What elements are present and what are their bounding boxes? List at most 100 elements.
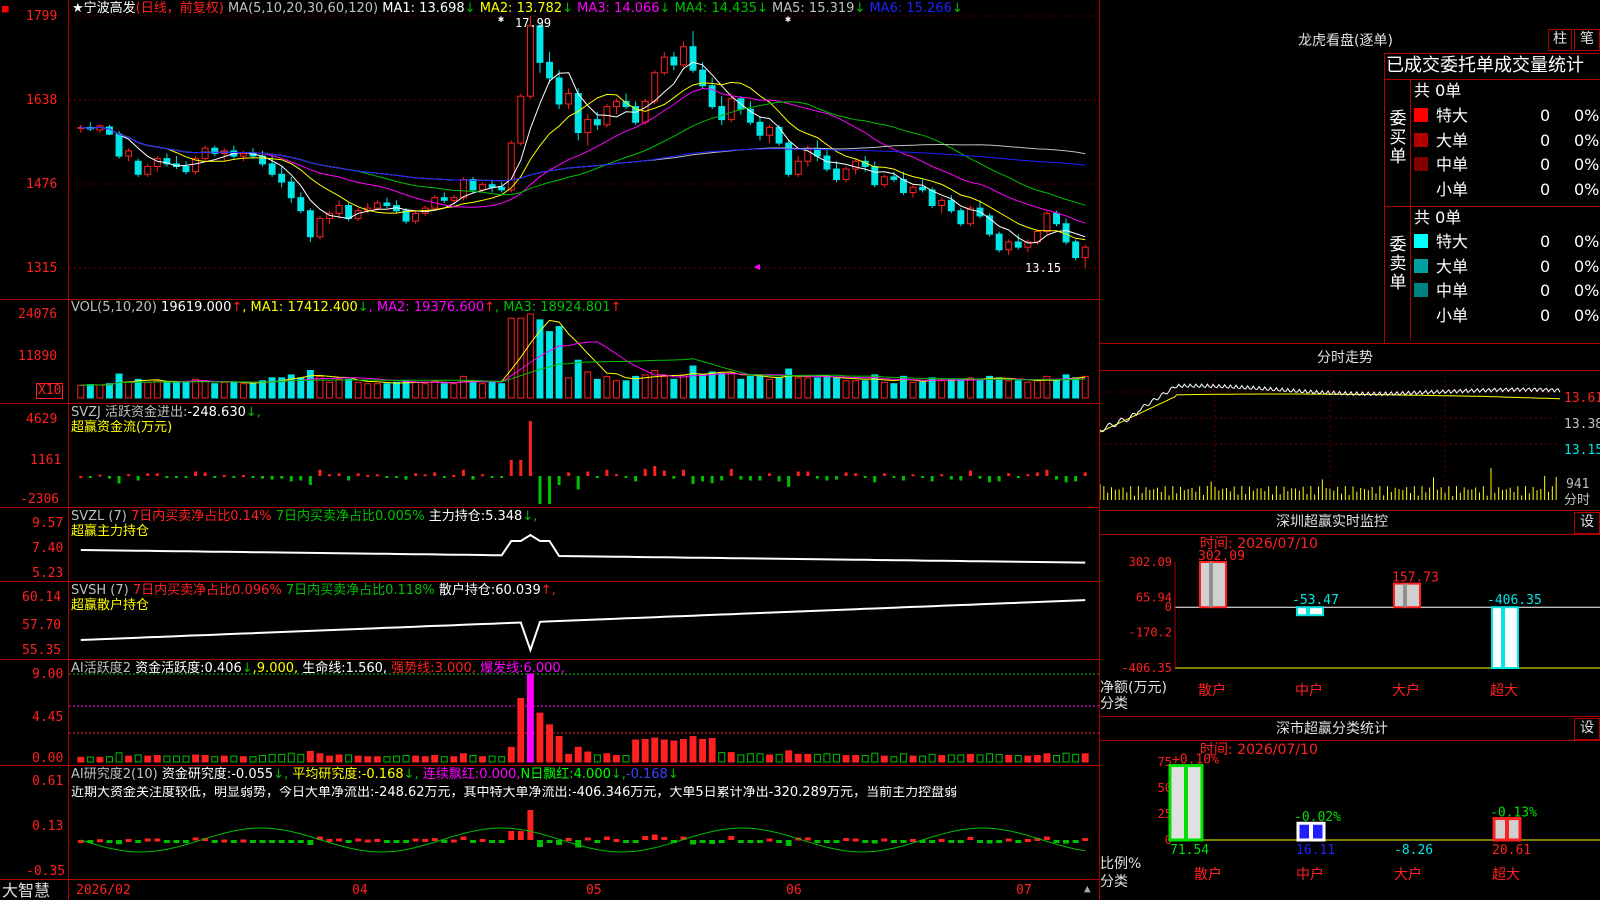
candle-body (833, 168, 840, 180)
research-bar (843, 838, 850, 841)
ma2-line (80, 81, 1086, 241)
activity-bar (287, 752, 295, 763)
candle-body (574, 93, 582, 134)
activity-bar (737, 754, 745, 763)
lhb-row-percent: 0% (1574, 179, 1600, 199)
activity-bar (555, 736, 563, 763)
vol-tick-1: 24076 (18, 307, 58, 322)
research-bar (785, 840, 792, 846)
lhb-row-name: 中单 (1436, 281, 1469, 300)
stock-title[interactable]: ★宁波高发 (72, 1, 136, 16)
activity-bar (211, 756, 219, 763)
lhb-bar-button[interactable]: 柱 (1548, 29, 1572, 51)
stats-bar-chart: 7550250+0.10%71.54-0.02%16.11 -8.26-0.13%… (1158, 753, 1600, 883)
ai2-c4: N日飘红: (520, 767, 574, 782)
vol-ma-arrow-3: ↑ (610, 300, 622, 315)
fund-flow-bar (882, 473, 886, 476)
research-bar (737, 840, 744, 843)
activity-bar (1033, 755, 1041, 763)
fund-flow-bar (739, 476, 743, 480)
brand-label: 大智慧 (2, 881, 51, 900)
monitor-category-2: 大户 (1392, 682, 1420, 699)
svsh-tick-1: 60.14 (22, 590, 62, 605)
candle-body (660, 56, 668, 74)
activity-bar (1005, 755, 1013, 763)
stats-bottom-label-0: 71.54 (1170, 843, 1209, 858)
ma-values: MA1: 13.698↓ MA2: 13.782↓ MA3: 14.066↓ M… (382, 1, 963, 16)
research-bar (422, 839, 429, 842)
fund-flow-bar (1083, 472, 1087, 476)
main-chart-area[interactable]: ✱ ✱ ■ ★宁波高发(日线，前复权) MA(5,10,20,30,60,120)… (0, 0, 1100, 900)
fund-flow-bar (978, 476, 982, 479)
svzj-name: SVZJ (71, 405, 101, 420)
research-bar (431, 838, 438, 841)
activity-bar (632, 739, 640, 763)
lock-icon[interactable]: ▲ (1084, 882, 1091, 896)
activity-bar (1081, 753, 1089, 763)
research-bar (699, 840, 706, 843)
candle-body (1014, 241, 1022, 248)
activity-bar (526, 673, 534, 763)
research-bar (776, 840, 783, 843)
candle-body (565, 93, 573, 105)
candle-body (1053, 212, 1060, 225)
volume-bar (833, 377, 840, 399)
ai1-value: 0.406 (204, 661, 242, 676)
activity-bar (507, 746, 515, 763)
volume-bar (861, 380, 869, 399)
activity-bar (498, 756, 506, 763)
candle-body (593, 119, 601, 126)
activity-bar (746, 753, 754, 763)
activity-bar (574, 746, 582, 763)
volume-bar (947, 378, 955, 399)
monitor-y-tick-3: -170.2 (1129, 626, 1172, 640)
research-bar (632, 840, 639, 843)
main-y-tick-2: 1476 (26, 177, 58, 192)
activity-bar (976, 754, 984, 763)
candle-body (670, 56, 678, 66)
monitor-value-label-0: 302.09 (1198, 549, 1245, 564)
svzl-tick-2: 7.40 (32, 541, 64, 556)
separator (1410, 80, 1411, 340)
fund-flow-bar (174, 476, 178, 478)
volume-bar (909, 381, 917, 399)
fund-flow-bar (127, 474, 131, 477)
monitor-bar-stripe (1403, 583, 1407, 608)
volume-bar (1024, 381, 1032, 399)
svzj-tick-3: -2306 (20, 492, 60, 507)
fund-flow-bar (768, 473, 772, 476)
activity-bar (593, 754, 601, 763)
volume-bar (440, 383, 448, 399)
lhb-row-volume: 0 (1540, 232, 1551, 251)
research-bar (536, 840, 543, 847)
fenshi-vol-tick: 941 (1566, 477, 1590, 492)
monitor-value-label-2: 157.73 (1392, 571, 1439, 586)
research-bar (986, 840, 993, 844)
research-bar (814, 840, 821, 843)
volume-bar (852, 380, 860, 399)
monitor-settings-button[interactable]: 设 (1574, 512, 1600, 534)
candle-body (1072, 241, 1080, 259)
svsh-header: SVSH (7) 7日内买卖净占比0.096% 7日内买卖净占比0.118% 散… (71, 584, 556, 598)
volume-bar (220, 381, 228, 399)
vol-ma-arrow-2: ↑ (484, 300, 496, 315)
stats-category-3: 超大 (1492, 867, 1520, 883)
separator (1100, 343, 1600, 344)
fund-flow-bar (500, 476, 504, 478)
activity-bar (115, 752, 123, 763)
volume-bar (756, 375, 764, 399)
main-y-tick-3: 1315 (26, 261, 58, 276)
fund-flow-bar (892, 476, 896, 478)
research-bar (173, 840, 180, 843)
fund-flow-bar (241, 475, 245, 478)
mode-label[interactable]: (日线，前复权) (136, 1, 224, 16)
candle-body (144, 165, 152, 175)
vol-unit-badge[interactable]: X10 (36, 383, 64, 399)
fund-flow-bar (681, 469, 685, 476)
volume-bar (1072, 377, 1080, 399)
volume-bar (708, 371, 716, 399)
lhb-tick-button[interactable]: 笔 (1574, 29, 1600, 51)
research-bar (211, 840, 218, 843)
lhb-row-name: 特大 (1436, 232, 1469, 251)
stats-settings-button[interactable]: 设 (1574, 718, 1600, 740)
